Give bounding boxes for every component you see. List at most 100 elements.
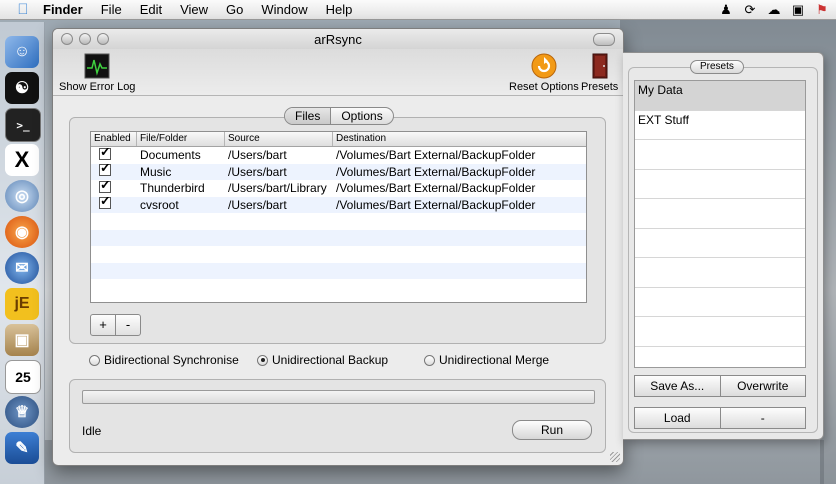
radio-unidirectional-merge[interactable]: Unidirectional Merge (424, 353, 549, 367)
show-error-log-label: Show Error Log (59, 81, 136, 93)
menu-go[interactable]: Go (217, 2, 252, 17)
radio-label: Bidirectional Synchronise (104, 353, 239, 367)
menu-app-finder[interactable]: Finder (34, 2, 92, 17)
activity-monitor-icon (84, 53, 110, 79)
editor-icon[interactable]: ✎ (5, 432, 39, 464)
radio-label: Unidirectional Merge (439, 353, 550, 367)
presets-label: Presets (581, 81, 619, 93)
sync-icon[interactable]: ⟳ (742, 2, 758, 18)
cloud-icon[interactable]: ☁ (766, 2, 782, 18)
terminal-icon[interactable]: >_ (5, 108, 41, 142)
radio-button-selected[interactable] (257, 354, 268, 366)
tab-options[interactable]: Options (331, 108, 392, 124)
radio-button[interactable] (424, 354, 435, 366)
empty-row (91, 229, 586, 246)
enabled-checkbox[interactable] (99, 147, 111, 160)
load-button[interactable]: Load (634, 407, 721, 429)
preset-item-empty (635, 170, 805, 199)
empty-row (91, 213, 586, 230)
network-icon[interactable]: ◎ (5, 180, 39, 212)
presets-group: My Data EXT Stuff Save As... Overwrite L… (628, 67, 818, 433)
preset-item-empty (635, 347, 805, 368)
menu-bar:  Finder File Edit View Go Window Help ♟… (0, 0, 836, 20)
zoom-button[interactable] (97, 33, 109, 45)
show-error-log-button[interactable]: Show Error Log (59, 53, 135, 93)
column-destination[interactable]: Destination (333, 132, 586, 146)
display-icon[interactable]: ▣ (790, 2, 806, 18)
menu-window[interactable]: Window (252, 2, 316, 17)
jedit-icon[interactable]: jE (5, 288, 39, 320)
menu-file[interactable]: File (92, 2, 131, 17)
column-enabled[interactable]: Enabled (91, 132, 137, 146)
preset-item-empty (635, 258, 805, 288)
empty-row (91, 279, 586, 296)
save-as-button[interactable]: Save As... (634, 375, 721, 397)
table-row[interactable]: Documents /Users/bart /Volumes/Bart Exte… (91, 147, 586, 164)
table-header: Enabled File/Folder Source Destination (91, 132, 586, 147)
menu-view[interactable]: View (171, 2, 217, 17)
window-toolbar: Show Error Log Reset Options Presets (53, 49, 623, 96)
network-sniffer-icon[interactable]: ☯ (5, 72, 39, 104)
radio-label: Unidirectional Backup (272, 353, 389, 367)
status-text: Idle (82, 424, 102, 438)
files-table: Enabled File/Folder Source Destination D… (90, 131, 587, 303)
overwrite-button[interactable]: Overwrite (720, 375, 806, 397)
enabled-checkbox[interactable] (99, 180, 111, 193)
tab-files[interactable]: Files (285, 108, 332, 124)
presets-button[interactable]: Presets (581, 53, 618, 93)
tab-bar: Files Options (284, 107, 394, 125)
add-remove-control: + - (90, 314, 141, 336)
preset-item[interactable]: My Data (635, 81, 805, 111)
window-titlebar[interactable]: arRsync (53, 29, 623, 49)
thunderbird-icon[interactable]: ✉ (5, 252, 39, 284)
flag-icon[interactable]: ⚑ (814, 2, 830, 18)
status-group: Idle Run (69, 379, 606, 453)
close-button[interactable] (61, 33, 73, 45)
file-cell: Documents (140, 148, 201, 163)
table-row[interactable]: Music /Users/bart /Volumes/Bart External… (91, 163, 586, 180)
destination-cell: /Volumes/Bart External/BackupFolder (336, 164, 536, 179)
menu-extras: ♟ ⟳ ☁ ▣ ⚑ (718, 2, 830, 18)
calendar-icon[interactable]: 25 (5, 360, 41, 394)
dock: ☺ ☯ >_ X ◎ ◉ ✉ jE ▣ 25 ♕ ✎ (0, 22, 45, 484)
preset-item[interactable]: EXT Stuff (635, 111, 805, 140)
radio-bidirectional[interactable]: Bidirectional Synchronise (89, 353, 239, 367)
user-icon[interactable]: ♟ (718, 2, 734, 18)
presets-drawer-icon (592, 53, 608, 79)
progress-bar (82, 390, 595, 404)
preset-item-empty (635, 199, 805, 229)
postgres-icon[interactable]: ♕ (5, 396, 39, 428)
radio-button[interactable] (89, 354, 100, 366)
resize-handle[interactable] (610, 452, 620, 462)
enabled-checkbox[interactable] (99, 164, 111, 177)
minimize-button[interactable] (79, 33, 91, 45)
remove-row-button[interactable]: - (116, 315, 140, 335)
firefox-icon[interactable]: ◉ (5, 216, 39, 248)
column-file-folder[interactable]: File/Folder (137, 132, 225, 146)
files-group: Enabled File/Folder Source Destination D… (69, 117, 606, 344)
radio-unidirectional-backup[interactable]: Unidirectional Backup (257, 353, 388, 367)
installer-icon[interactable]: ▣ (5, 324, 39, 356)
toolbar-toggle-button[interactable] (593, 33, 615, 46)
add-row-button[interactable]: + (91, 315, 116, 335)
column-source[interactable]: Source (225, 132, 333, 146)
preset-item-empty (635, 229, 805, 258)
destination-cell: /Volumes/Bart External/BackupFolder (336, 197, 536, 212)
finder-icon[interactable]: ☺ (5, 36, 39, 68)
delete-preset-button[interactable]: - (720, 407, 806, 429)
apple-menu-icon[interactable]:  (12, 1, 34, 18)
run-button[interactable]: Run (512, 420, 592, 440)
destination-cell: /Volumes/Bart External/BackupFolder (336, 148, 536, 163)
source-cell: /Users/bart (228, 148, 287, 163)
enabled-checkbox[interactable] (99, 197, 111, 210)
menu-edit[interactable]: Edit (131, 2, 171, 17)
reset-options-button[interactable]: Reset Options (509, 53, 579, 93)
table-row[interactable]: cvsroot /Users/bart /Volumes/Bart Extern… (91, 196, 586, 213)
menu-help[interactable]: Help (317, 2, 362, 17)
table-row[interactable]: Thunderbird /Users/bart/Library /Volumes… (91, 180, 586, 197)
presets-title: Presets (690, 60, 744, 74)
x11-icon[interactable]: X (5, 144, 39, 176)
empty-row (91, 246, 586, 263)
table-body: Documents /Users/bart /Volumes/Bart Exte… (91, 147, 586, 296)
source-cell: /Users/bart/Library (228, 181, 327, 196)
